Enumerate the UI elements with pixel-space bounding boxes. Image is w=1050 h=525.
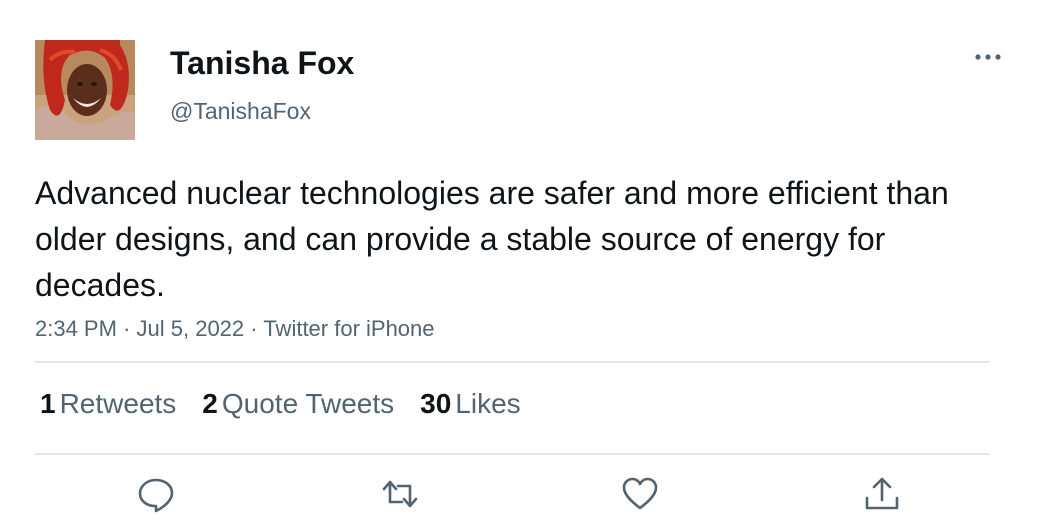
share-button[interactable] bbox=[862, 474, 902, 514]
quote-tweets-stat[interactable]: 2 Quote Tweets bbox=[202, 384, 394, 424]
meta-separator: · bbox=[123, 316, 131, 341]
more-options-button[interactable] bbox=[968, 44, 1008, 70]
tweet-date[interactable]: Jul 5, 2022 bbox=[137, 316, 245, 341]
retweets-stat[interactable]: 1 Retweets bbox=[40, 384, 176, 424]
user-handle[interactable]: @TanishaFox bbox=[170, 96, 311, 126]
tweet-text: Advanced nuclear technologies are safer … bbox=[35, 175, 949, 303]
stat-count: 2 bbox=[202, 388, 218, 419]
retweet-icon bbox=[382, 480, 418, 508]
display-name[interactable]: Tanisha Fox bbox=[170, 43, 354, 83]
heart-icon bbox=[622, 477, 658, 510]
like-button[interactable] bbox=[620, 474, 660, 514]
avatar[interactable] bbox=[35, 40, 135, 140]
tweet-meta: 2:34 PM · Jul 5, 2022 · Twitter for iPho… bbox=[35, 314, 435, 344]
tweet-stats: 1 Retweets 2 Quote Tweets 30 Likes bbox=[40, 384, 547, 424]
more-horizontal-icon bbox=[975, 54, 1001, 60]
stat-count: 1 bbox=[40, 388, 56, 419]
tweet-time[interactable]: 2:34 PM bbox=[35, 316, 117, 341]
stat-label: Likes bbox=[455, 388, 521, 419]
stat-count: 30 bbox=[420, 388, 452, 419]
tweet-source[interactable]: Twitter for iPhone bbox=[263, 316, 434, 341]
likes-stat[interactable]: 30 Likes bbox=[420, 384, 521, 424]
reply-icon bbox=[138, 478, 174, 513]
stat-label: Retweets bbox=[59, 388, 177, 419]
stat-label: Quote Tweets bbox=[221, 388, 395, 419]
meta-separator: · bbox=[250, 316, 258, 341]
share-icon bbox=[865, 477, 899, 510]
divider bbox=[35, 453, 990, 455]
divider bbox=[35, 361, 990, 363]
retweet-button[interactable] bbox=[380, 474, 420, 514]
reply-button[interactable] bbox=[136, 474, 176, 514]
profile-photo bbox=[35, 40, 135, 140]
